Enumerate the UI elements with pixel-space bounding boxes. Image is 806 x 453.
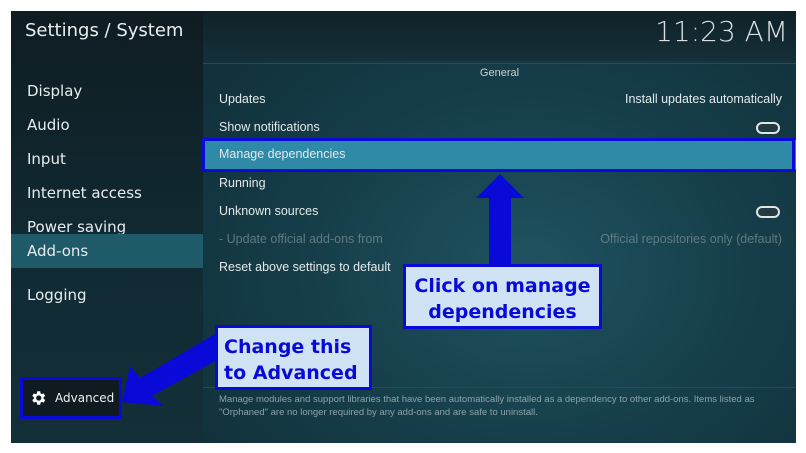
sidebar-item-audio[interactable]: Audio <box>11 109 203 141</box>
setting-label: Unknown sources <box>219 204 319 218</box>
setting-show-notifications[interactable]: Show notifications <box>203 113 796 141</box>
sidebar-item-input[interactable]: Input <box>11 143 203 175</box>
callout-manage-dependencies: Click on manage dependencies <box>403 264 602 329</box>
advanced-level-button[interactable]: Advanced <box>20 377 122 419</box>
page-title: Settings / System <box>25 20 184 41</box>
advanced-label: Advanced <box>55 391 115 405</box>
sidebar-item-logging[interactable]: Logging <box>11 279 203 311</box>
sidebar-item-display[interactable]: Display <box>11 75 203 107</box>
up-arrow-annotation <box>476 174 524 265</box>
toggle-switch[interactable] <box>756 206 780 218</box>
section-divider <box>203 63 796 64</box>
clock: 11:23 AM <box>655 15 788 48</box>
section-title: General <box>479 67 520 79</box>
setting-label: Running <box>219 176 266 190</box>
setting-label: Reset above settings to default <box>219 260 391 274</box>
setting-value: Install updates automatically <box>624 92 782 106</box>
setting-description: Manage modules and support libraries tha… <box>219 394 755 418</box>
setting-label: Updates <box>219 92 266 106</box>
setting-label: Show notifications <box>219 120 320 134</box>
gear-icon <box>32 391 46 405</box>
left-arrow-annotation <box>122 334 228 406</box>
sidebar-item-internet-access[interactable]: Internet access <box>11 177 203 209</box>
highlight-box <box>202 138 795 172</box>
setting-updates[interactable]: Updates Install updates automatically <box>203 85 796 113</box>
setting-label: - Update official add-ons from <box>219 232 383 246</box>
callout-advanced: Change this to Advanced <box>215 325 372 390</box>
setting-value: Official repositories only (default) <box>600 232 782 246</box>
top-bar: 11:23 AM <box>203 11 796 61</box>
sidebar-item-add-ons[interactable]: Add-ons <box>11 234 203 268</box>
toggle-switch[interactable] <box>756 122 780 134</box>
